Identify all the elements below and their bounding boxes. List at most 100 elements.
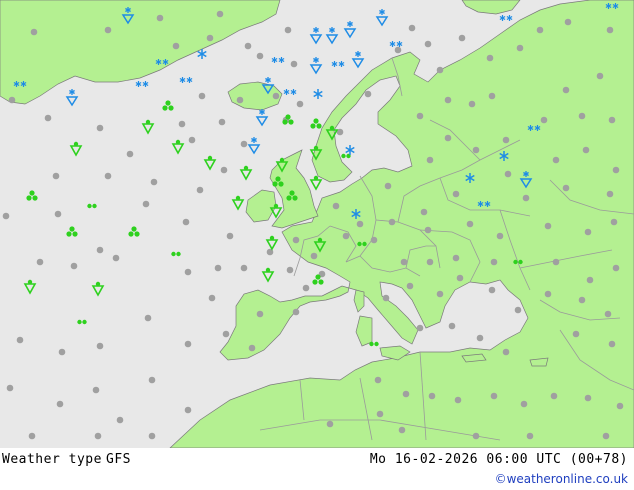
no-weather-dot xyxy=(236,96,244,104)
no-weather-dot xyxy=(150,178,158,186)
no-weather-dot xyxy=(562,86,570,94)
no-weather-dot xyxy=(126,150,134,158)
no-weather-dot xyxy=(240,140,248,148)
no-weather-dot xyxy=(416,324,424,332)
no-weather-dot xyxy=(490,258,498,266)
no-weather-dot xyxy=(426,258,434,266)
no-weather-dot xyxy=(606,26,614,34)
no-weather-dot xyxy=(552,156,560,164)
model-name: GFS xyxy=(106,452,131,467)
no-weather-dot xyxy=(112,254,120,262)
no-weather-dot xyxy=(452,254,460,262)
no-weather-dot xyxy=(52,172,60,180)
no-weather-dot xyxy=(606,190,614,198)
no-weather-dot xyxy=(104,26,112,34)
weather-type-map xyxy=(0,0,634,448)
no-weather-dot xyxy=(444,96,452,104)
no-weather-dot xyxy=(466,220,474,228)
no-weather-dot xyxy=(550,392,558,400)
no-weather-dot xyxy=(604,310,612,318)
no-weather-dot xyxy=(488,286,496,294)
no-weather-dot xyxy=(206,34,214,42)
no-weather-dot xyxy=(436,290,444,298)
no-weather-dot xyxy=(416,112,424,120)
no-weather-dot xyxy=(402,390,410,398)
weather-map-view: Weather type GFS Mo 16-02-2026 06:00 UTC… xyxy=(0,0,634,490)
no-weather-dot xyxy=(326,420,334,428)
no-weather-dot xyxy=(400,258,408,266)
no-weather-dot xyxy=(388,218,396,226)
no-weather-dot xyxy=(502,348,510,356)
no-weather-dot xyxy=(610,218,618,226)
no-weather-dot xyxy=(244,42,252,50)
no-weather-dot xyxy=(552,258,560,266)
map-footer: Weather type GFS Mo 16-02-2026 06:00 UTC… xyxy=(0,448,634,490)
no-weather-dot xyxy=(2,212,10,220)
no-weather-dot xyxy=(520,400,528,408)
no-weather-dot xyxy=(188,136,196,144)
no-weather-dot xyxy=(184,268,192,276)
no-weather-dot xyxy=(182,218,190,226)
no-weather-dot xyxy=(608,116,616,124)
no-weather-dot xyxy=(426,156,434,164)
valid-datetime: Mo 16-02-2026 06:00 UTC (00+78) xyxy=(369,452,628,467)
no-weather-dot xyxy=(544,290,552,298)
no-weather-dot xyxy=(8,96,16,104)
no-weather-dot xyxy=(240,264,248,272)
no-weather-dot xyxy=(452,190,460,198)
no-weather-dot xyxy=(564,18,572,26)
no-weather-dot xyxy=(216,10,224,18)
no-weather-dot xyxy=(92,386,100,394)
no-weather-dot xyxy=(16,336,24,344)
no-weather-dot xyxy=(586,276,594,284)
credit-link[interactable]: ©weatheronline.co.uk xyxy=(495,472,628,486)
no-weather-dot xyxy=(428,392,436,400)
no-weather-dot xyxy=(602,432,610,440)
no-weather-dot xyxy=(406,282,414,290)
no-weather-dot xyxy=(198,92,206,100)
no-weather-dot xyxy=(536,26,544,34)
no-weather-dot xyxy=(612,166,620,174)
no-weather-dot xyxy=(292,308,300,316)
no-weather-dot xyxy=(96,342,104,350)
no-weather-dot xyxy=(178,120,186,128)
no-weather-dot xyxy=(248,344,256,352)
no-weather-dot xyxy=(28,432,36,440)
no-weather-dot xyxy=(184,340,192,348)
no-weather-dot xyxy=(6,384,14,392)
no-weather-dot xyxy=(496,232,504,240)
no-weather-dot xyxy=(596,72,604,80)
no-weather-dot xyxy=(584,228,592,236)
no-weather-dot xyxy=(54,210,62,218)
no-weather-dot xyxy=(516,44,524,52)
no-weather-dot xyxy=(208,294,216,302)
no-weather-dot xyxy=(394,46,402,54)
no-weather-dot xyxy=(148,376,156,384)
no-weather-dot xyxy=(382,294,390,302)
no-weather-dot xyxy=(96,246,104,254)
no-weather-dot xyxy=(58,348,66,356)
no-weather-dot xyxy=(468,100,476,108)
no-weather-dot xyxy=(44,114,52,122)
no-weather-dot xyxy=(70,262,78,270)
no-weather-dot xyxy=(222,330,230,338)
no-weather-dot xyxy=(302,284,310,292)
no-weather-dot xyxy=(374,376,382,384)
no-weather-dot xyxy=(256,310,264,318)
no-weather-dot xyxy=(172,42,180,50)
no-weather-dot xyxy=(364,90,372,98)
no-weather-dot xyxy=(584,394,592,402)
no-weather-dot xyxy=(444,134,452,142)
no-weather-dot xyxy=(218,118,226,126)
no-weather-dot xyxy=(454,396,462,404)
no-weather-dot xyxy=(582,146,590,154)
no-weather-dot xyxy=(286,266,294,274)
no-weather-dot xyxy=(420,208,428,216)
no-weather-dot xyxy=(486,54,494,62)
no-weather-dot xyxy=(424,226,432,234)
map-title: Weather type xyxy=(2,452,102,467)
no-weather-dot xyxy=(104,172,112,180)
no-weather-dot xyxy=(30,28,38,36)
no-weather-dot xyxy=(514,306,522,314)
no-weather-dot xyxy=(290,60,298,68)
